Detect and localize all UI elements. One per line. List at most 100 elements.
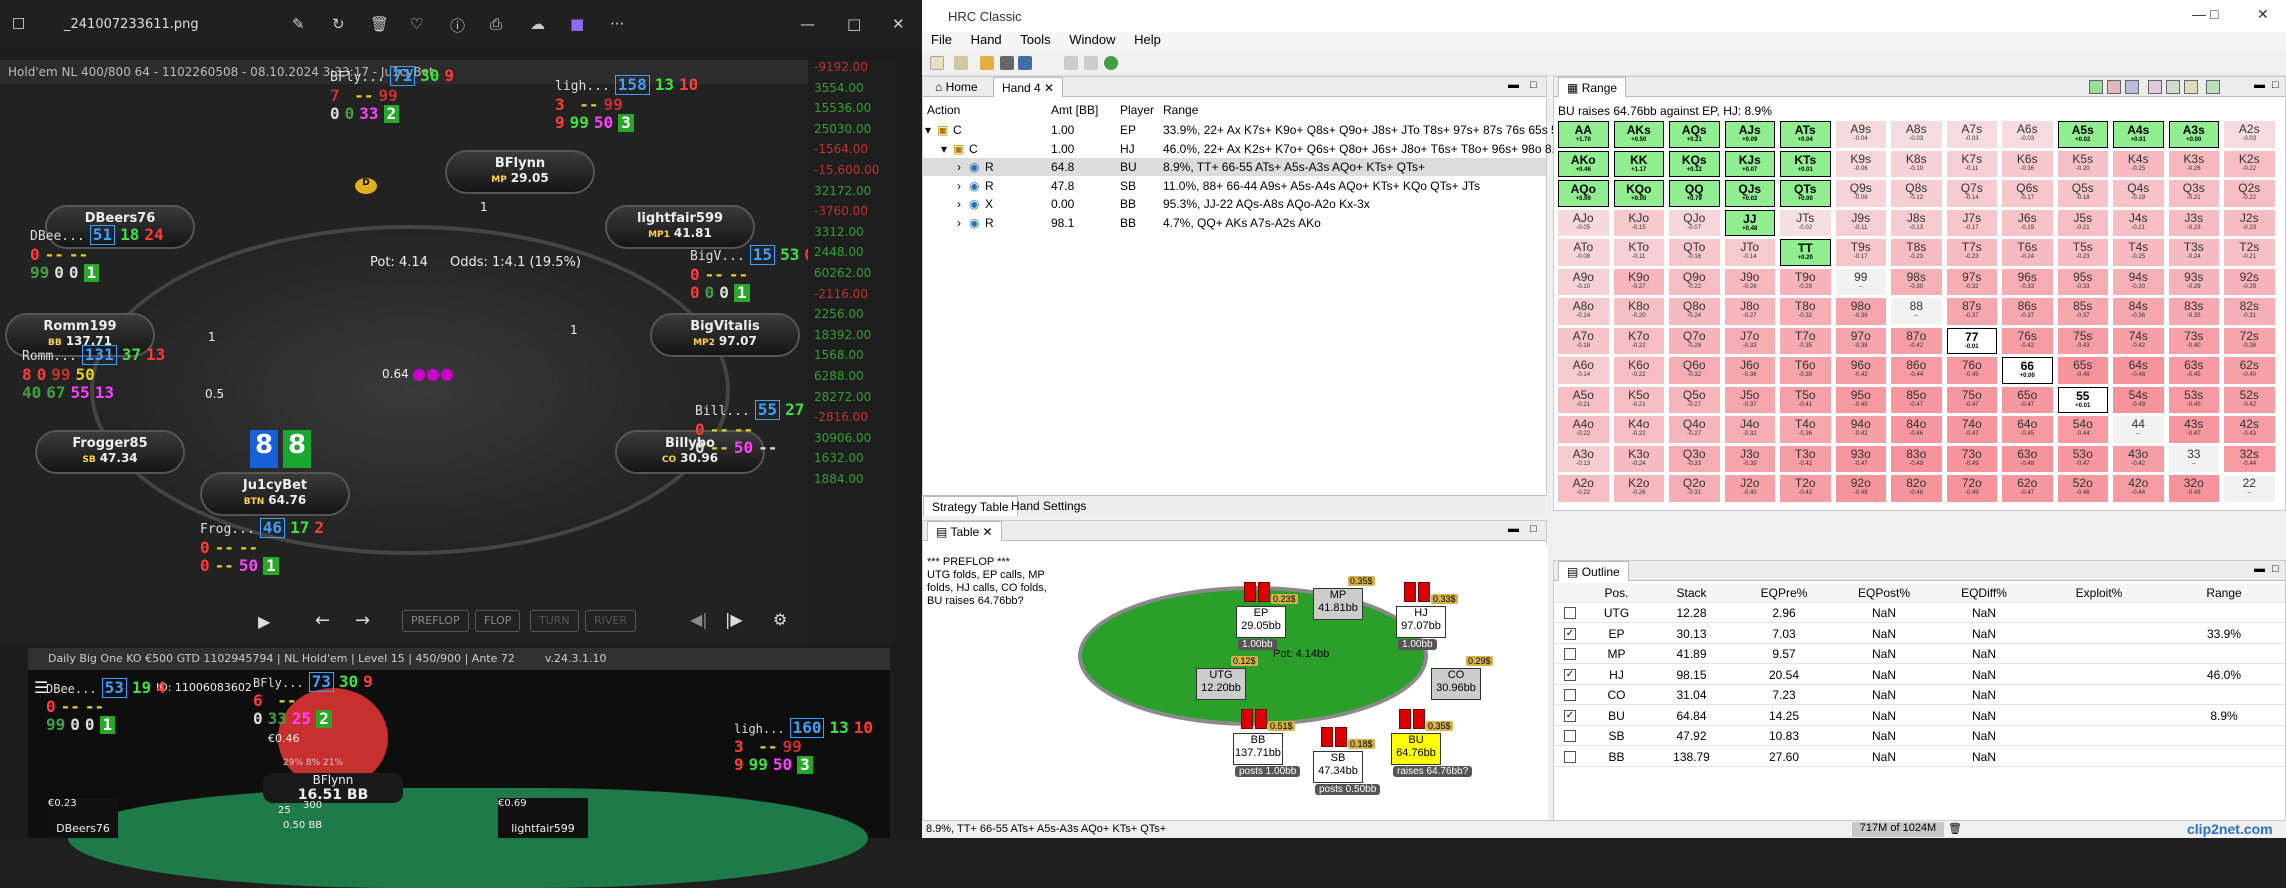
range-cell-a9o[interactable]: A9o -0.10	[1558, 268, 1609, 296]
table-seat-co[interactable]: CO 30.96bb	[1431, 668, 1481, 700]
gc-trash-icon[interactable]: 🗑	[1948, 822, 1962, 835]
range-cell-t4s[interactable]: T4s -0.25	[2113, 239, 2164, 266]
range-cell-j9o[interactable]: J9o -0.26	[1724, 268, 1775, 296]
range-cell-53o[interactable]: 53o -0.47	[2057, 445, 2108, 473]
range-cell-72o[interactable]: 72o -0.49	[1946, 475, 1997, 502]
range-cell-tt[interactable]: TT +0.20	[1780, 239, 1831, 266]
search-icon[interactable]	[1000, 56, 1014, 70]
tab-table[interactable]: ▤ Table ✕	[927, 521, 1002, 541]
range-cell-73s[interactable]: 73s -0.40	[2168, 327, 2219, 355]
maximize-icon[interactable]: □	[2210, 6, 2218, 22]
range-cell-a8o[interactable]: A8o -0.14	[1558, 298, 1609, 325]
range-cell-k7s[interactable]: K7s -0.11	[1946, 150, 1997, 178]
range-cell-a5o[interactable]: A5o -0.21	[1558, 386, 1609, 414]
range-cell-qq[interactable]: QQ +0.79	[1669, 180, 1720, 207]
range-cell-76o[interactable]: 76o -0.45	[1946, 357, 1997, 384]
close-tab-icon[interactable]: ✕	[1044, 81, 1054, 95]
range-cell-j4s[interactable]: J4s -0.21	[2113, 209, 2164, 237]
range-cell-j3o[interactable]: J3o -0.39	[1724, 445, 1775, 473]
panel-minimize-icon[interactable]: ▬	[2254, 79, 2265, 91]
range-cell-aqo[interactable]: AQo +0.09	[1558, 180, 1609, 207]
preflop-button[interactable]: PREFLOP	[402, 610, 469, 632]
range-cell-95o[interactable]: 95o -0.45	[1835, 386, 1886, 414]
range-cell-a2s[interactable]: A2s -0.03	[2224, 121, 2275, 148]
range-cell-k6o[interactable]: K6o -0.22	[1613, 357, 1664, 384]
range-cell-t2o[interactable]: T2o -0.42	[1780, 475, 1831, 502]
range-cell-87o[interactable]: 87o -0.42	[1891, 327, 1942, 355]
range-cell-j7o[interactable]: J7o -0.33	[1724, 327, 1775, 355]
view-mode-6-icon[interactable]	[2184, 80, 2198, 94]
range-cell-54s[interactable]: 54s -0.49	[2113, 386, 2164, 414]
range-cell-55[interactable]: 55 +0.01	[2057, 386, 2108, 414]
panel-maximize-icon[interactable]: □	[2272, 563, 2279, 575]
range-cell-33[interactable]: 33 --	[2168, 445, 2219, 473]
range-cell-97s[interactable]: 97s -0.32	[1946, 268, 1997, 296]
range-cell-93o[interactable]: 93o -0.47	[1835, 445, 1886, 473]
range-cell-kjo[interactable]: KJo -0.15	[1613, 209, 1664, 237]
range-cell-a2o[interactable]: A2o -0.22	[1558, 475, 1609, 502]
range-cell-q4o[interactable]: Q4o -0.27	[1669, 416, 1720, 443]
range-cell-a8s[interactable]: A8s -0.03	[1891, 121, 1942, 148]
tab-hand-4[interactable]: Hand 4 ✕	[993, 77, 1064, 97]
range-cell-a6s[interactable]: A6s -0.03	[2002, 121, 2053, 148]
edit-icon[interactable]: ✎	[292, 15, 305, 33]
range-cell-93s[interactable]: 93s -0.29	[2168, 268, 2219, 296]
range-cell-q9o[interactable]: Q9o -0.22	[1669, 268, 1720, 296]
new-menu-icon[interactable]	[954, 56, 968, 70]
range-cell-a7o[interactable]: A7o -0.18	[1558, 327, 1609, 355]
range-cell-q3o[interactable]: Q3o -0.33	[1669, 445, 1720, 473]
range-cell-96s[interactable]: 96s -0.33	[2002, 268, 2053, 296]
range-cell-jts[interactable]: JTs -0.02	[1780, 209, 1831, 237]
range-cell-t6s[interactable]: T6s -0.24	[2002, 239, 2053, 266]
menu-tools[interactable]: Tools	[1020, 32, 1050, 47]
panel-maximize-icon[interactable]: □	[1530, 79, 1537, 91]
range-cell-82o[interactable]: 82o -0.48	[1891, 475, 1942, 502]
range-cell-44[interactable]: 44 --	[2113, 416, 2164, 443]
range-cell-q3s[interactable]: Q3s -0.21	[2168, 180, 2219, 207]
col-header[interactable]: Pos.	[1589, 586, 1644, 600]
range-cell-83o[interactable]: 83o -0.49	[1891, 445, 1942, 473]
range-cell-k8s[interactable]: K8s -0.10	[1891, 150, 1942, 178]
range-cell-63o[interactable]: 63o -0.48	[2002, 445, 2053, 473]
panel-minimize-icon[interactable]: ▬	[1508, 79, 1519, 91]
action-row[interactable]: › ◉ R 98.1 BB 4.7%, QQ+ AKs A7s-A2s AKo	[923, 214, 1546, 232]
col-header[interactable]: EQPre%	[1739, 586, 1829, 600]
range-cell-76s[interactable]: 76s -0.42	[2002, 327, 2053, 355]
range-cell-t4o[interactable]: T4o -0.36	[1780, 416, 1831, 443]
range-cell-a7s[interactable]: A7s -0.03	[1946, 121, 1997, 148]
save-icon[interactable]	[1064, 56, 1078, 70]
outline-checkbox[interactable]	[1564, 730, 1576, 742]
range-cell-j5o[interactable]: J5o -0.37	[1724, 386, 1775, 414]
col-header[interactable]: Stack	[1654, 586, 1729, 600]
panel-minimize-icon[interactable]: ▬	[2254, 563, 2265, 575]
expand-icon[interactable]: ▾	[925, 123, 931, 137]
col-header[interactable]: Exploit%	[2039, 586, 2159, 600]
range-cell-86o[interactable]: 86o -0.44	[1891, 357, 1942, 384]
range-cell-q5s[interactable]: Q5s -0.18	[2057, 180, 2108, 207]
range-cell-84s[interactable]: 84s -0.36	[2113, 298, 2164, 325]
skip-start-icon[interactable]: ◀|	[690, 610, 708, 629]
rotate-icon[interactable]: ↻	[332, 15, 345, 33]
range-cell-q6s[interactable]: Q6s -0.17	[2002, 180, 2053, 207]
range-cell-qts[interactable]: QTs +0.00	[1780, 180, 1831, 207]
range-cell-kts[interactable]: KTs +0.01	[1780, 150, 1831, 178]
range-cell-j5s[interactable]: J5s -0.21	[2057, 209, 2108, 237]
panel-maximize-icon[interactable]: □	[1530, 523, 1537, 535]
view-mode-3-icon[interactable]	[2125, 80, 2139, 94]
range-cell-a6o[interactable]: A6o -0.14	[1558, 357, 1609, 384]
range-cell-62s[interactable]: 62s -0.40	[2224, 357, 2275, 384]
range-cell-t5s[interactable]: T5s -0.23	[2057, 239, 2108, 266]
range-cell-64s[interactable]: 64s -0.48	[2113, 357, 2164, 384]
range-cell-92o[interactable]: 92o -0.48	[1835, 475, 1886, 502]
range-cell-t5o[interactable]: T5o -0.41	[1780, 386, 1831, 414]
range-cell-jj[interactable]: JJ +0.48	[1724, 209, 1775, 237]
range-cell-98o[interactable]: 98o -0.36	[1835, 298, 1886, 325]
maximize-icon[interactable]: □	[847, 15, 861, 33]
action-row[interactable]: › ◉ R 64.8 BU 8.9%, TT+ 66-55 ATs+ A5s-A3s AQ…	[923, 158, 1546, 176]
panel-minimize-icon[interactable]: ▬	[1508, 523, 1519, 535]
range-cell-j6s[interactable]: J6s -0.19	[2002, 209, 2053, 237]
view-mode-7-icon[interactable]	[2206, 80, 2220, 94]
import-icon[interactable]	[1018, 56, 1032, 70]
range-cell-52s[interactable]: 52s -0.42	[2224, 386, 2275, 414]
action-row[interactable]: ▾ ▣ C 1.00 HJ 46.0%, 22+ Ax K2s+ K7o+ Q6s+ Q8…	[923, 140, 1562, 158]
